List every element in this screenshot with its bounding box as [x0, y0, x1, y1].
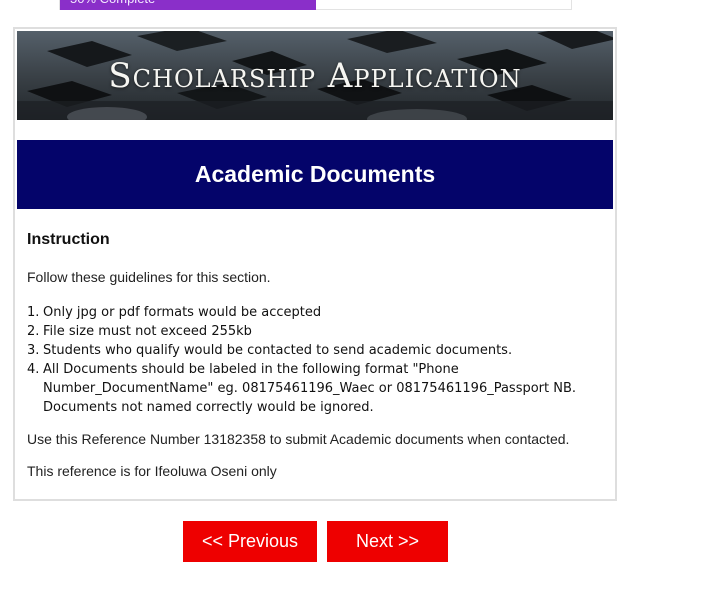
reference-owner-text: This reference is for Ifeoluwa Oseni onl…	[27, 463, 277, 479]
rule-number: 2.	[27, 324, 40, 339]
instruction-intro: Follow these guidelines for this section…	[27, 269, 271, 285]
rule-text: Only jpg or pdf formats would be accepte…	[43, 305, 322, 320]
progress-bar: 50% Complete	[59, 0, 572, 10]
section-title: Academic Documents	[17, 140, 613, 209]
reference-number-text: Use this Reference Number 13182358 to su…	[27, 431, 570, 447]
rule-item: 1. Only jpg or pdf formats would be acce…	[27, 303, 612, 322]
rule-number: 3.	[27, 343, 40, 358]
rule-text: All Documents should be labeled in the f…	[43, 362, 577, 415]
scholarship-banner: Scholarship Application	[17, 31, 613, 120]
rule-text: File size must not exceed 255kb	[43, 324, 252, 339]
next-button[interactable]: Next >>	[327, 521, 448, 562]
application-page: 50% Complete	[0, 0, 709, 596]
progress-bar-fill: 50% Complete	[60, 0, 316, 10]
previous-button[interactable]: << Previous	[183, 521, 317, 562]
instruction-rules-list: 1. Only jpg or pdf formats would be acce…	[27, 303, 612, 417]
instruction-heading: Instruction	[27, 231, 110, 248]
rule-item: 3. Students who qualify would be contact…	[27, 341, 612, 360]
rule-item: 2. File size must not exceed 255kb	[27, 322, 612, 341]
rule-number: 1.	[27, 305, 40, 320]
rule-number: 4.	[27, 362, 40, 377]
application-card: Scholarship Application Academic Documen…	[13, 27, 617, 501]
rule-text: Students who qualify would be contacted …	[43, 343, 513, 358]
banner-title: Scholarship Application	[108, 55, 522, 96]
rule-item: 4. All Documents should be labeled in th…	[27, 360, 612, 417]
